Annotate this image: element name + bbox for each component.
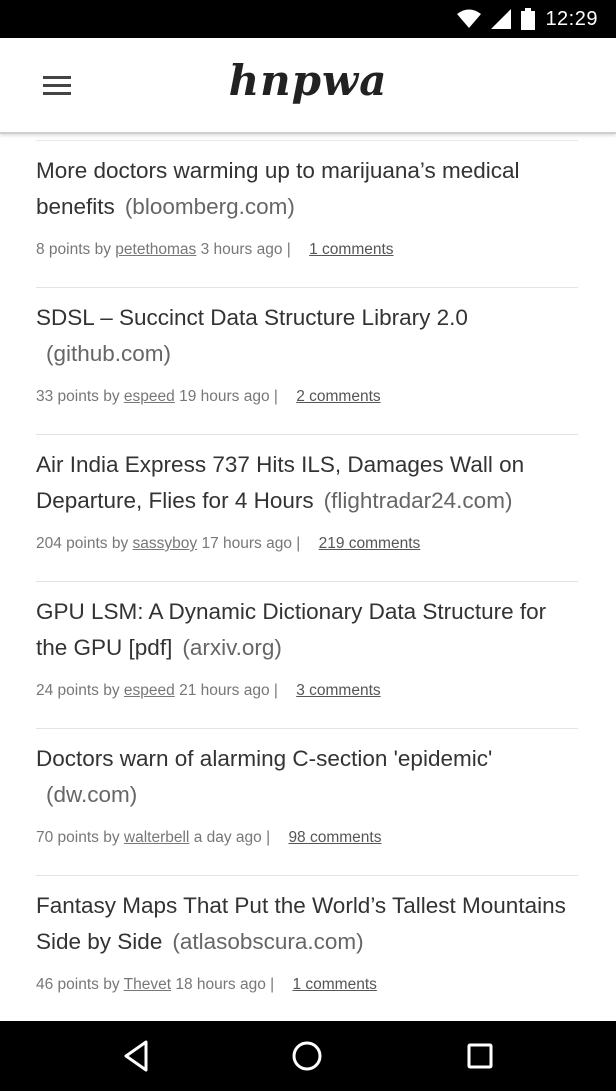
story-item: Fantasy Maps That Put the World’s Talles…: [36, 875, 578, 1022]
story-user-link[interactable]: espeed: [124, 388, 175, 405]
story-comments-link[interactable]: 2 comments: [296, 388, 380, 405]
story-item: SDSL – Succinct Data Structure Library 2…: [36, 287, 578, 434]
status-bar: 12:29: [0, 0, 616, 38]
app-logo[interactable]: hnpwa: [0, 56, 616, 105]
story-time: 21 hours ago |: [179, 682, 278, 699]
story-time: 17 hours ago |: [201, 535, 301, 552]
story-item: GPU LSM: A Dynamic Dictionary Data Struc…: [36, 581, 578, 728]
story-time: 3 hours ago |: [200, 241, 291, 258]
story-points: 70 points by: [36, 829, 120, 846]
home-icon[interactable]: [287, 1036, 327, 1076]
story-meta: 204 points by sassyboy 17 hours ago | 21…: [36, 535, 420, 553]
story-time: 18 hours ago |: [175, 976, 275, 993]
story-user-link[interactable]: petethomas: [115, 241, 196, 258]
signal-icon: [491, 9, 512, 29]
story-list: More doctors warming up to marijuana’s m…: [36, 140, 578, 1022]
story-title-block: Fantasy Maps That Put the World’s Talles…: [36, 888, 576, 960]
story-title-block: Doctors warn of alarming C-section 'epid…: [36, 741, 576, 813]
story-title-link[interactable]: Doctors warn of alarming C-section 'epid…: [36, 746, 492, 771]
story-meta: 46 points by Thevet 18 hours ago | 1 com…: [36, 976, 377, 994]
battery-icon: [521, 8, 536, 30]
story-user-link[interactable]: sassyboy: [133, 535, 198, 552]
story-domain: (bloomberg.com): [124, 194, 295, 219]
story-meta: 8 points by petethomas 3 hours ago | 1 c…: [36, 241, 394, 259]
status-time: 12:29: [545, 7, 598, 30]
story-user-link[interactable]: walterbell: [124, 829, 189, 846]
story-item: More doctors warming up to marijuana’s m…: [36, 140, 578, 287]
story-time: 19 hours ago |: [179, 388, 278, 405]
story-points: 33 points by: [36, 388, 120, 405]
story-item: Doctors warn of alarming C-section 'epid…: [36, 728, 578, 875]
story-points: 46 points by: [36, 976, 120, 993]
android-nav-bar: [0, 1021, 616, 1091]
status-icons: 12:29: [457, 7, 598, 31]
story-domain: (arxiv.org): [182, 635, 282, 660]
story-user-link[interactable]: Thevet: [124, 976, 171, 993]
story-title-block: SDSL – Succinct Data Structure Library 2…: [36, 300, 576, 372]
story-points: 204 points by: [36, 535, 129, 552]
story-domain: (github.com): [46, 341, 172, 366]
story-points: 24 points by: [36, 682, 120, 699]
story-title-block: More doctors warming up to marijuana’s m…: [36, 153, 576, 225]
story-comments-link[interactable]: 1 comments: [309, 241, 393, 258]
story-meta: 33 points by espeed 19 hours ago | 2 com…: [36, 388, 381, 406]
story-title-block: GPU LSM: A Dynamic Dictionary Data Struc…: [36, 594, 576, 666]
story-meta: 24 points by espeed 21 hours ago | 3 com…: [36, 682, 381, 700]
story-comments-link[interactable]: 1 comments: [292, 976, 376, 993]
story-domain: (atlasobscura.com): [172, 929, 364, 954]
story-title-link[interactable]: SDSL – Succinct Data Structure Library 2…: [36, 305, 468, 330]
story-domain: (flightradar24.com): [323, 488, 513, 513]
story-points: 8 points by: [36, 241, 111, 258]
back-icon[interactable]: [116, 1036, 156, 1076]
story-domain: (dw.com): [46, 782, 138, 807]
app-header: hnpwa: [0, 38, 616, 134]
recents-icon[interactable]: [460, 1036, 500, 1076]
story-comments-link[interactable]: 98 comments: [288, 829, 381, 846]
story-meta: 70 points by walterbell a day ago | 98 c…: [36, 829, 381, 847]
story-title-block: Air India Express 737 Hits ILS, Damages …: [36, 447, 576, 519]
story-time: a day ago |: [193, 829, 271, 846]
story-title-link[interactable]: GPU LSM: A Dynamic Dictionary Data Struc…: [36, 599, 546, 660]
story-user-link[interactable]: espeed: [124, 682, 175, 699]
story-item: Air India Express 737 Hits ILS, Damages …: [36, 434, 578, 581]
wifi-icon: [457, 9, 482, 28]
story-comments-link[interactable]: 3 comments: [296, 682, 380, 699]
story-comments-link[interactable]: 219 comments: [319, 535, 421, 552]
